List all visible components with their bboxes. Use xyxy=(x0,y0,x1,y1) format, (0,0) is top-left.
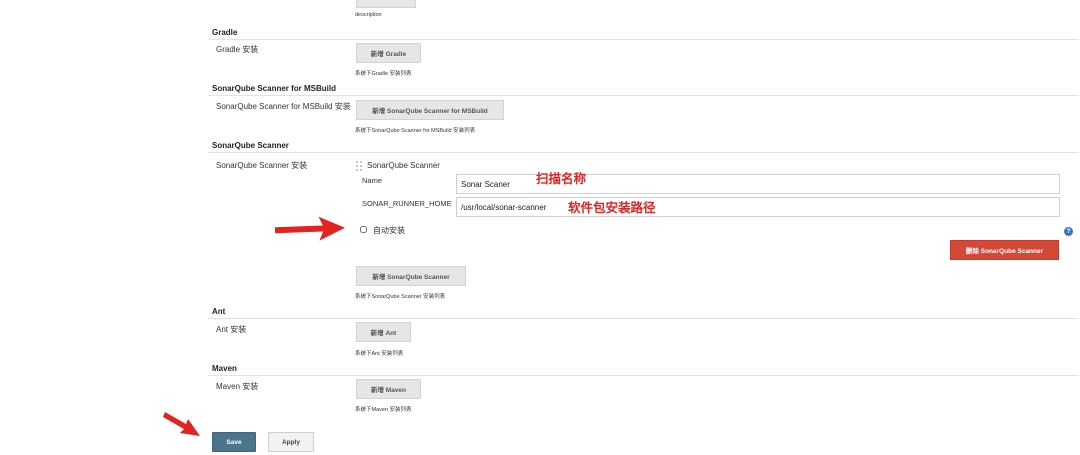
msbuild-divider xyxy=(208,95,1078,96)
add-sonar-scanner-button[interactable]: 新增 SonarQube Scanner xyxy=(356,266,466,286)
red-arrow-annotation-save xyxy=(163,412,200,436)
sonar-divider xyxy=(208,152,1078,153)
apply-button[interactable]: Apply xyxy=(268,432,314,452)
question-icon[interactable]: ? xyxy=(1064,227,1073,236)
msbuild-section-title: SonarQube Scanner for MSBuild xyxy=(212,84,337,93)
ant-divider xyxy=(208,318,1078,319)
maven-divider xyxy=(208,375,1078,376)
gradle-install-label: Gradle 安装 xyxy=(216,45,259,54)
ant-install-label: Ant 安装 xyxy=(216,325,247,334)
description-hint: description xyxy=(355,12,382,18)
delete-sonar-scanner-button[interactable]: 删除 SonarQube Scanner xyxy=(950,240,1059,260)
add-gradle-button[interactable]: 新增 Gradle xyxy=(356,43,421,63)
sonar-runner-home-input[interactable] xyxy=(456,197,1060,217)
ant-section-title: Ant xyxy=(212,307,226,316)
name-annotation: 扫描名称 xyxy=(536,172,587,186)
add-ant-button[interactable]: 新增 Ant xyxy=(356,322,411,342)
ant-hint: 系统下Ant 安装列表 xyxy=(355,351,404,357)
gradle-hint: 系统下Gradle 安装列表 xyxy=(355,71,412,77)
sonar-item-title: SonarQube Scanner xyxy=(367,161,440,170)
msbuild-install-label: SonarQube Scanner for MSBuild 安装 xyxy=(216,102,351,111)
sonar-hint: 系统下SonarQube Scanner 安装列表 xyxy=(355,294,446,300)
maven-section-title: Maven xyxy=(212,364,237,373)
gradle-section-title: Gradle xyxy=(212,28,238,37)
add-maven-button[interactable]: 新增 Maven xyxy=(356,379,421,399)
maven-install-label: Maven 安装 xyxy=(216,382,259,391)
add-msbuild-scanner-button[interactable]: 新增 SonarQube Scanner for MSBuild xyxy=(356,100,504,120)
gradle-divider xyxy=(208,39,1078,40)
save-button[interactable]: Save xyxy=(212,432,256,452)
name-label: Name xyxy=(362,176,383,185)
cut-off-button[interactable] xyxy=(356,0,416,8)
home-annotation: 软件包安装路径 xyxy=(568,201,656,215)
msbuild-hint: 系统下SonarQube Scanner for MSBuild 安装列表 xyxy=(355,128,476,134)
red-arrow-annotation xyxy=(274,216,345,241)
auto-install-checkbox[interactable] xyxy=(360,226,367,233)
maven-hint: 系统下Maven 安装列表 xyxy=(355,407,412,413)
sonar-install-label: SonarQube Scanner 安装 xyxy=(216,161,308,170)
auto-install-label: 自动安装 xyxy=(373,226,405,235)
drag-handle-icon[interactable] xyxy=(356,161,363,171)
sonar-section-title: SonarQube Scanner xyxy=(212,141,289,150)
sonar-runner-home-label: SONAR_RUNNER_HOME xyxy=(362,199,452,208)
